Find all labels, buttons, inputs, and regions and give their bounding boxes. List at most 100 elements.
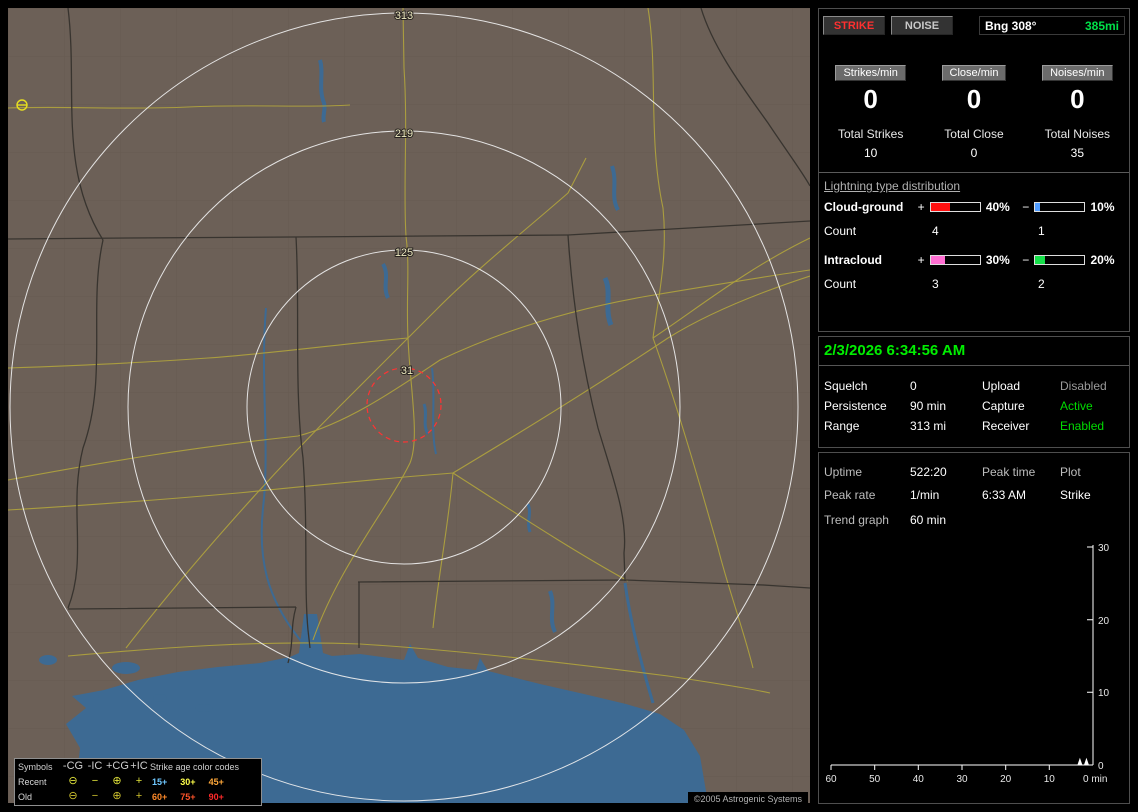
noise-toggle-button[interactable]: NOISE <box>891 16 953 35</box>
noises-per-min-label[interactable]: Noises/min <box>1042 65 1113 81</box>
age-code: 30+ <box>180 776 196 787</box>
ring-label-125: 125 <box>395 247 413 259</box>
lightning-map[interactable]: 313 219 125 31 Symbols -CG -IC +CG +IC S… <box>8 8 810 806</box>
plus-sign: + <box>917 200 925 214</box>
count-label: Count <box>824 276 857 291</box>
ic-pos-old-icon: + <box>135 790 143 802</box>
close-per-min-label[interactable]: Close/min <box>941 65 1007 81</box>
ic-negative-pct: 20% <box>1090 253 1115 267</box>
app-window: 313 219 125 31 Symbols -CG -IC +CG +IC S… <box>0 0 1138 812</box>
gauge-fill <box>930 203 951 211</box>
total-noises: Total Noises 35 <box>1026 127 1129 160</box>
plot-label: Plot <box>1060 465 1081 479</box>
range-value: 313 mi <box>910 419 947 433</box>
upload-label: Upload <box>982 379 1021 393</box>
peak-rate-value: 1/min <box>910 488 940 502</box>
system-status-panel: 2/3/2026 6:34:56 AM Squelch 0 Upload Dis… <box>818 336 1130 448</box>
chart-y-tick-labels: 30 20 10 0 <box>1098 543 1110 772</box>
upload-value: Disabled <box>1060 379 1107 393</box>
cloud-ground-row: Cloud-ground + 40% − 10% <box>819 195 1129 219</box>
gauge-fill <box>1035 256 1046 264</box>
trend-spikes <box>1077 757 1089 765</box>
cloud-ground-count-row: Count 4 1 <box>819 219 1129 242</box>
strikes-per-min-label[interactable]: Strikes/min <box>835 65 906 81</box>
svg-text:30: 30 <box>1098 543 1110 554</box>
legend-col-ic-pos: +IC <box>130 760 148 772</box>
legend-col-ic-neg: -IC <box>87 760 103 772</box>
bearing-value: Bng 308° <box>985 18 1037 33</box>
ic-pos-recent-icon: + <box>135 775 143 787</box>
trend-graph-label: Trend graph <box>824 513 889 527</box>
ic-negative-count: 2 <box>1038 276 1045 291</box>
strike-stats-panel: STRIKE NOISE Bng 308° 385mi Strikes/min … <box>818 8 1130 332</box>
legend-symbols-header: Symbols <box>18 761 53 772</box>
count-label: Count <box>824 223 857 238</box>
ic-neg-old-icon: − <box>91 790 99 802</box>
age-code: 45+ <box>208 776 224 787</box>
totals-row: Total Strikes 10 Total Close 0 Total Noi… <box>819 127 1129 160</box>
ic-neg-recent-icon: − <box>91 775 99 787</box>
cg-neg-recent-icon: ⊖ <box>68 775 78 787</box>
squelch-value: 0 <box>910 379 917 393</box>
strikes-per-min-value: 0 <box>863 84 878 114</box>
ic-negative-gauge <box>1034 255 1086 265</box>
ic-positive-pct: 30% <box>985 253 1010 267</box>
cg-positive-gauge <box>929 202 981 212</box>
strikes-per-min: Strikes/min 0 <box>819 65 922 115</box>
svg-text:50: 50 <box>869 774 881 785</box>
ring-label-31: 31 <box>401 365 413 377</box>
total-noises-value: 35 <box>1070 146 1084 160</box>
range-label: Range <box>824 419 860 433</box>
cg-pos-old-icon: ⊕ <box>112 790 122 802</box>
receiver-value: Enabled <box>1060 419 1105 433</box>
peak-rate-label: Peak rate <box>824 488 876 502</box>
svg-text:0: 0 <box>1098 761 1104 772</box>
total-close-value: 0 <box>970 146 978 160</box>
intracloud-label: Intracloud <box>824 253 883 267</box>
persistence-value: 90 min <box>910 399 947 413</box>
close-per-min: Close/min 0 <box>922 65 1025 115</box>
cg-neg-old-icon: ⊖ <box>68 790 78 802</box>
noises-per-min-value: 0 <box>1070 84 1085 114</box>
persistence-label: Persistence <box>824 399 887 413</box>
cg-negative-gauge <box>1034 202 1086 212</box>
peak-time-value: 6:33 AM <box>982 488 1027 502</box>
total-strikes-label: Total Strikes <box>837 127 904 141</box>
gauge-fill <box>1035 203 1041 211</box>
stats-grid: Uptime 522:20 Peak time Plot Peak rate 1… <box>819 453 1129 507</box>
trend-graph-row: Trend graph 60 min <box>819 507 1129 527</box>
legend-col-cg-pos: +CG <box>106 760 129 772</box>
age-codes-recent: 15+ 30+ 45+ <box>150 777 261 787</box>
cg-positive-pct: 40% <box>985 200 1010 214</box>
trend-graph-value: 60 min <box>910 513 947 527</box>
svg-text:10: 10 <box>1044 774 1056 785</box>
close-per-min-value: 0 <box>966 84 982 114</box>
uptime-label: Uptime <box>824 465 863 479</box>
bearing-range-value: 385mi <box>1084 18 1119 33</box>
svg-text:0 min: 0 min <box>1083 774 1107 785</box>
age-code: 90+ <box>208 791 224 802</box>
plus-sign: + <box>917 253 925 267</box>
total-strikes-value: 10 <box>863 146 878 160</box>
uptime-value: 522:20 <box>910 465 947 479</box>
chart-x-tick-labels: 60 50 40 30 20 10 0 min <box>825 774 1107 785</box>
plot-value: Strike <box>1060 488 1091 502</box>
cg-pos-recent-icon: ⊕ <box>112 775 122 787</box>
cg-positive-count: 4 <box>932 223 939 238</box>
intracloud-count-row: Count 3 2 <box>819 272 1129 295</box>
strike-toggle-button[interactable]: STRIKE <box>823 16 885 35</box>
map-legend: Symbols -CG -IC +CG +IC Strike age color… <box>14 758 262 806</box>
minus-sign: − <box>1022 200 1030 214</box>
total-close: Total Close 0 <box>922 127 1025 160</box>
capture-label: Capture <box>982 399 1025 413</box>
per-minute-counters: Strikes/min 0 Close/min 0 Noises/min 0 <box>819 65 1129 115</box>
total-close-label: Total Close <box>944 127 1004 141</box>
age-code: 75+ <box>180 791 196 802</box>
legend-age-header: Strike age color codes <box>150 761 240 772</box>
copyright-notice: ©2005 Astrogenic Systems <box>687 792 808 806</box>
age-codes-old: 60+ 75+ 90+ <box>150 792 261 802</box>
age-code: 15+ <box>152 776 168 787</box>
minus-sign: − <box>1022 253 1030 267</box>
ring-label-219: 219 <box>395 128 413 140</box>
trend-graph-chart: 30 20 10 0 60 50 40 30 20 10 0 min <box>825 543 1110 785</box>
